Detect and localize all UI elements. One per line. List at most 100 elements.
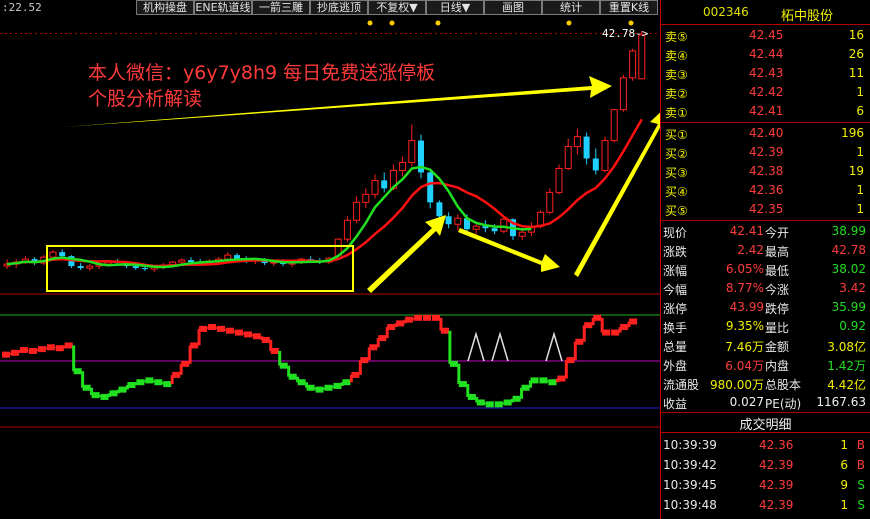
indicator-jigou-button[interactable]: 机构操盘 — [136, 0, 194, 15]
trade-volume: 9 — [840, 478, 848, 492]
bid-row-5[interactable]: 买⑤ 42.35 1 — [661, 200, 870, 219]
ask-row-1[interactable]: 卖① 42.41 6 — [661, 102, 870, 121]
candle-body — [77, 266, 84, 269]
stat-label: 总股本 — [765, 378, 802, 392]
candle-body — [610, 109, 618, 142]
stat-row: 涨幅 6.05% 最低 38.02 — [661, 260, 870, 279]
trade-detail-title[interactable]: 成交明细 — [661, 414, 870, 433]
stat-label: 现价 — [663, 226, 688, 240]
candle-body — [188, 260, 194, 263]
stat-label: 换手 — [663, 321, 688, 335]
stock-code: 002346 — [703, 5, 749, 19]
last-price-tag: 42.78-> — [602, 27, 649, 40]
stat-value: 980.00万 — [710, 378, 764, 392]
trade-time: 10:39:39 — [663, 438, 717, 452]
statistics-button[interactable]: 统计 — [542, 0, 600, 15]
adjust-rights-dropdown[interactable]: 不复权▼ — [368, 0, 426, 15]
ask-row-3[interactable]: 卖③ 42.43 11 — [661, 64, 870, 83]
reset-kline-button[interactable]: 重置K线 — [600, 0, 658, 15]
candle-body — [583, 136, 590, 159]
stat-label: 外盘 — [663, 359, 688, 373]
stat-value: 0.027 — [729, 395, 764, 409]
stat-value: 7.46万 — [725, 340, 764, 354]
candle-body — [132, 266, 139, 269]
trade-side: S — [857, 498, 865, 512]
stat-label: 最低 — [765, 264, 790, 278]
indicator-bar — [539, 377, 548, 384]
stat-label: 内盘 — [765, 359, 790, 373]
bid-row-4[interactable]: 买④ 42.36 1 — [661, 181, 870, 200]
stat-value: 9.35% — [725, 319, 764, 333]
bid-row-3[interactable]: 买③ 42.38 19 — [661, 162, 870, 181]
stat-row: 涨跌 2.42 最高 42.78 — [661, 241, 870, 260]
candle-body — [472, 225, 480, 230]
indicator-ene-button[interactable]: ENE轨道线 — [194, 0, 252, 15]
trade-side: B — [856, 438, 865, 452]
indicator-bar — [494, 401, 503, 408]
trade-price: 42.39 — [759, 478, 794, 492]
indicator-yijian-button[interactable]: 一箭三雕 — [252, 0, 310, 15]
stat-label: 今幅 — [663, 283, 688, 297]
trade-price: 42.39 — [759, 498, 794, 512]
candle-body — [546, 191, 554, 213]
moving-average-green — [6, 165, 532, 269]
stat-value: 0.92 — [839, 319, 866, 333]
stat-row: 外盘 6.04万 内盘 1.42万 — [661, 355, 870, 374]
indicator-chaodi-button[interactable]: 抄底逃顶 — [310, 0, 368, 15]
stat-value: 4.42亿 — [827, 378, 866, 392]
candle-body — [371, 179, 379, 195]
candle-body — [619, 77, 627, 111]
candle-body — [399, 161, 407, 171]
promo-line-2: 个股分析解读 — [88, 88, 203, 110]
stat-value: 3.08亿 — [827, 340, 866, 354]
promo-text: 本人微信：y6y7y8h9 每日免费送涨停板 个股分析解读 — [88, 60, 435, 112]
stat-row: 换手 9.35% 量比 0.92 — [661, 317, 870, 336]
stock-name: 柘中股份 — [781, 9, 834, 24]
stat-value: 35.99 — [831, 300, 866, 314]
ask-row-4[interactable]: 卖④ 42.44 26 — [661, 45, 870, 64]
period-dropdown[interactable]: 日线▼ — [426, 0, 484, 15]
bid-row-1[interactable]: 买① 42.40 196 — [661, 124, 870, 143]
stat-row: 流通股 980.00万 总股本 4.42亿 — [661, 374, 870, 393]
trade-volume: 1 — [840, 438, 848, 452]
stat-value: 42.78 — [831, 243, 866, 257]
stat-value: 38.99 — [831, 224, 866, 238]
candle-body — [555, 167, 563, 193]
stat-label: 今开 — [765, 226, 790, 240]
promo-line-1: 本人微信：y6y7y8h9 每日免费送涨停板 — [88, 62, 436, 84]
stat-value: 1167.63 — [816, 395, 866, 409]
stat-value: 2.42 — [737, 243, 764, 257]
candle-body — [343, 219, 351, 240]
candle-body — [408, 140, 416, 163]
candle-body — [601, 140, 609, 171]
ask-row-2[interactable]: 卖② 42.42 1 — [661, 83, 870, 102]
stat-value: 42.41 — [729, 224, 764, 238]
candle-body — [142, 268, 148, 270]
candle-body — [381, 180, 388, 189]
trade-price: 42.36 — [759, 438, 794, 452]
candle-body — [491, 228, 498, 232]
candle-body — [573, 136, 581, 148]
stat-label: 收益 — [663, 397, 688, 411]
candle-body — [518, 231, 526, 237]
stat-value: 6.05% — [725, 262, 764, 276]
trade-time: 10:39:48 — [663, 498, 717, 512]
draw-button[interactable]: 画图 — [484, 0, 542, 15]
indicator-bar — [431, 314, 441, 321]
indicator-bar — [423, 314, 432, 321]
stat-label: 今涨 — [765, 283, 790, 297]
candle-body — [49, 251, 57, 258]
arrow-down-pullback — [458, 228, 560, 272]
stock-header: 002346 柘中股份 — [661, 3, 870, 24]
trade-row: 10:39:48 42.39 1 S — [661, 496, 870, 515]
stat-value: 1.42万 — [827, 359, 866, 373]
indicator-bar — [611, 329, 620, 336]
candle-body — [362, 193, 370, 203]
trade-volume: 1 — [840, 498, 848, 512]
ask-row-5[interactable]: 卖⑤ 42.45 16 — [661, 26, 870, 45]
bid-row-2[interactable]: 买② 42.39 1 — [661, 143, 870, 162]
stat-value: 38.02 — [831, 262, 866, 276]
candle-body — [629, 50, 637, 79]
trade-row: 10:39:39 42.36 1 B — [661, 436, 870, 455]
trade-side: S — [857, 478, 865, 492]
